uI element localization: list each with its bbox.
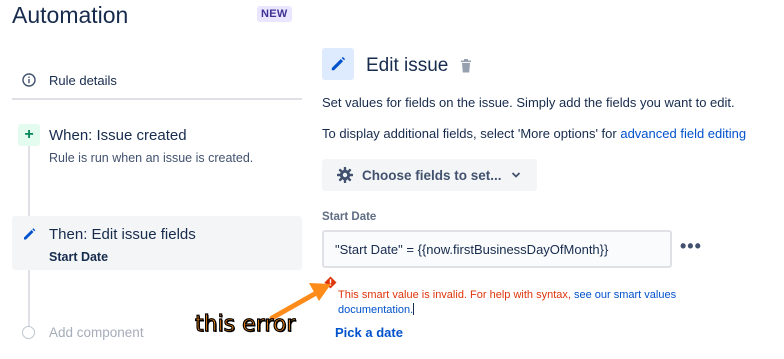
advanced-note-text: To display additional fields, select 'Mo… xyxy=(322,126,621,141)
info-icon xyxy=(22,73,36,87)
start-date-label: Start Date xyxy=(322,211,377,223)
choose-fields-label: Choose fields to set... xyxy=(362,167,502,183)
edit-issue-icon xyxy=(322,48,354,80)
panel-description: Set values for fields on the issue. Simp… xyxy=(322,95,735,110)
advanced-field-editing-link[interactable]: advanced field editing xyxy=(620,126,746,141)
annotation-label: this error xyxy=(194,311,296,337)
action-step[interactable]: Then: Edit issue fields Start Date xyxy=(12,216,302,270)
text-cursor xyxy=(413,303,415,315)
plus-icon: + xyxy=(18,124,40,146)
error-message-text: This smart value is invalid. For help wi… xyxy=(338,289,574,301)
panel-title: Edit issue xyxy=(366,55,449,76)
gear-icon xyxy=(337,167,353,183)
action-subtitle: Start Date xyxy=(49,250,109,264)
new-badge: NEW xyxy=(257,6,292,22)
add-component-dot xyxy=(22,326,35,339)
rule-details-label: Rule details xyxy=(49,72,117,88)
error-icon xyxy=(324,276,337,289)
pencil-icon xyxy=(24,228,36,240)
trigger-description: Rule is run when an issue is created. xyxy=(49,151,254,165)
page-title: Automation xyxy=(12,2,129,28)
chevron-down-icon xyxy=(511,172,520,178)
pencil-icon xyxy=(331,56,346,71)
trigger-step[interactable]: + When: Issue created Rule is run when a… xyxy=(12,118,302,178)
action-title: Then: Edit issue fields xyxy=(49,226,196,243)
rule-details-item[interactable]: Rule details xyxy=(12,62,302,100)
pick-date-link[interactable]: Pick a date xyxy=(335,325,403,340)
more-icon[interactable]: ••• xyxy=(680,237,704,258)
choose-fields-button[interactable]: Choose fields to set... xyxy=(322,159,537,191)
trash-icon[interactable] xyxy=(460,59,472,73)
add-component-link[interactable]: Add component xyxy=(49,325,144,340)
trigger-title: When: Issue created xyxy=(49,127,187,144)
panel-advanced-note: To display additional fields, select 'Mo… xyxy=(322,126,746,141)
error-message: This smart value is invalid. For help wi… xyxy=(338,288,678,318)
start-date-input[interactable]: "Start Date" = {{now.firstBusinessDayOfM… xyxy=(322,230,672,268)
